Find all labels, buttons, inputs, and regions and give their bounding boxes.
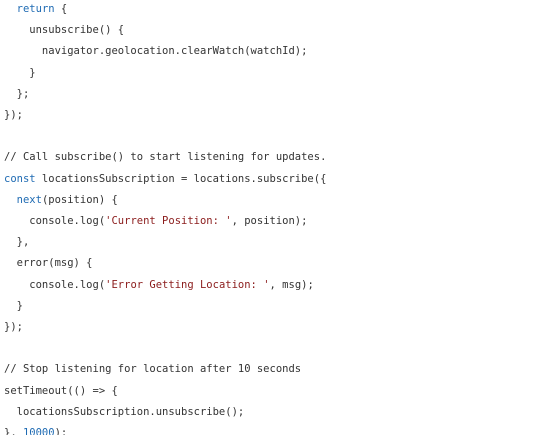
code-line: }); (4, 320, 23, 334)
code-token: setTimeout(() => { (4, 384, 118, 397)
code-token: navigator.geolocation.clearWatch(watchId… (4, 45, 308, 58)
code-token: unsubscribe() { (4, 24, 125, 37)
code-line: error(msg) { (4, 256, 93, 270)
code-comment: // Call subscribe() to start listening f… (4, 151, 327, 164)
code-line: console.log('Error Getting Location: ', … (4, 278, 314, 292)
code-token: (position) { (41, 193, 118, 206)
code-line: // Call subscribe() to start listening f… (4, 150, 326, 164)
code-string: 'Error Getting Location: ' (105, 278, 270, 291)
code-token: }; (4, 87, 30, 100)
code-keyword: const (4, 172, 36, 185)
code-line: }); (4, 108, 23, 122)
code-token: }, (4, 427, 23, 435)
code-line: navigator.geolocation.clearWatch(watchId… (4, 44, 308, 58)
code-keyword: return (16, 3, 55, 15)
code-line: // Stop listening for location after 10 … (4, 362, 301, 376)
code-token: } (4, 299, 23, 312)
code-number: 10000 (22, 427, 55, 435)
code-string: 'Current Position: ' (105, 215, 232, 227)
code-token: }, (4, 236, 30, 249)
code-line: locationsSubscription.unsubscribe(); (4, 405, 245, 419)
code-token: }); (4, 109, 23, 121)
code-token: locationsSubscription.unsubscribe(); (4, 405, 245, 418)
code-token: console.log( (4, 215, 106, 227)
code-line: }; (4, 87, 30, 101)
code-token: , position); (231, 215, 308, 227)
code-token: error(msg) { (4, 257, 93, 270)
code-token: } (4, 66, 36, 79)
code-line: next(position) { (4, 193, 118, 207)
code-token: ); (54, 427, 68, 435)
code-token: console.log( (4, 278, 106, 291)
code-comment: // Stop listening for location after 10 … (4, 363, 302, 376)
code-line: unsubscribe() { (4, 23, 124, 37)
code-line: return { (4, 2, 68, 16)
code-token: }); (4, 321, 23, 333)
code-block: return { unsubscribe() { navigator.geolo… (0, 0, 536, 435)
code-keyword: next (16, 193, 42, 206)
code-line: setTimeout(() => { (4, 384, 118, 398)
code-line: } (4, 299, 23, 313)
code-line: }, (4, 235, 30, 249)
code-token: locationsSubscription = locations.subscr… (35, 172, 327, 185)
code-line: } (4, 66, 36, 80)
code-line: const locationsSubscription = locations.… (4, 172, 326, 186)
code-line: console.log('Current Position: ', positi… (4, 214, 307, 228)
code-token: , msg); (269, 278, 314, 291)
code-line: }, 10000); (4, 426, 67, 435)
code-token: { (54, 3, 68, 15)
